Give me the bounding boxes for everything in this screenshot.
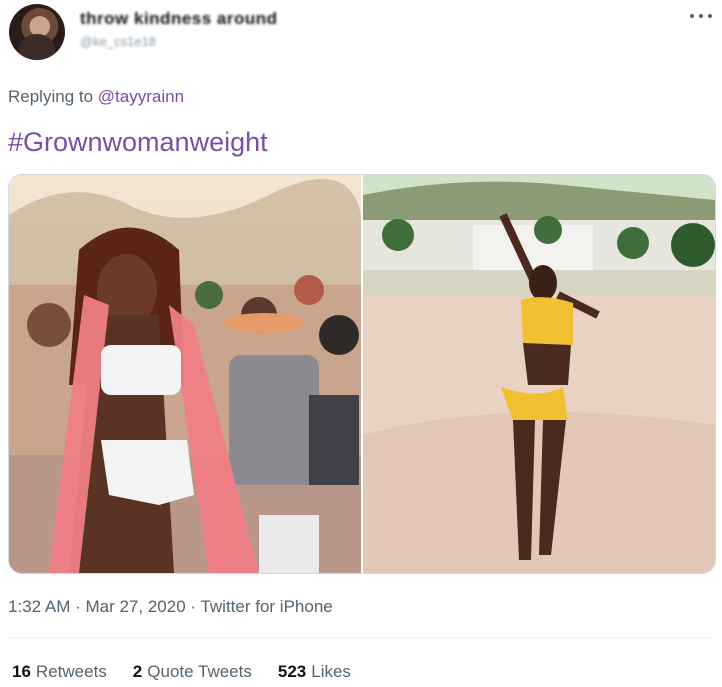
likes-stat[interactable]: 523 Likes bbox=[278, 662, 351, 682]
photo-left[interactable] bbox=[9, 175, 363, 573]
reply-mention-link[interactable]: @tayyrainn bbox=[98, 87, 184, 106]
retweets-label: Retweets bbox=[35, 662, 107, 681]
author-display-name[interactable]: throw kindness around bbox=[80, 9, 278, 29]
author-handle[interactable]: @ke_cs1e18 bbox=[80, 34, 156, 49]
photo-right-image bbox=[363, 175, 715, 573]
engagement-stats: 16 Retweets 2 Quote Tweets 523 Likes bbox=[12, 662, 351, 682]
avatar[interactable] bbox=[9, 4, 65, 60]
media-grid bbox=[8, 174, 716, 574]
quote-tweets-count: 2 bbox=[132, 662, 143, 681]
retweets-stat[interactable]: 16 Retweets bbox=[12, 662, 107, 682]
photo-right[interactable] bbox=[363, 175, 715, 573]
more-dots-icon[interactable] bbox=[690, 8, 712, 24]
likes-count: 523 bbox=[277, 662, 307, 681]
photo-left-image bbox=[9, 175, 361, 573]
likes-label: Likes bbox=[311, 662, 351, 681]
quote-tweets-label: Quote Tweets bbox=[147, 662, 252, 681]
divider bbox=[8, 637, 714, 638]
reply-prefix: Replying to bbox=[8, 87, 94, 106]
hashtag-link[interactable]: #Grownwomanweight bbox=[8, 127, 268, 158]
quote-tweets-stat[interactable]: 2 Quote Tweets bbox=[133, 662, 252, 682]
retweets-count: 16 bbox=[12, 662, 31, 681]
tweet-timestamp[interactable]: 1:32 AM · Mar 27, 2020 · Twitter for iPh… bbox=[8, 597, 333, 617]
reply-context: Replying to @tayyrainn bbox=[8, 87, 184, 107]
